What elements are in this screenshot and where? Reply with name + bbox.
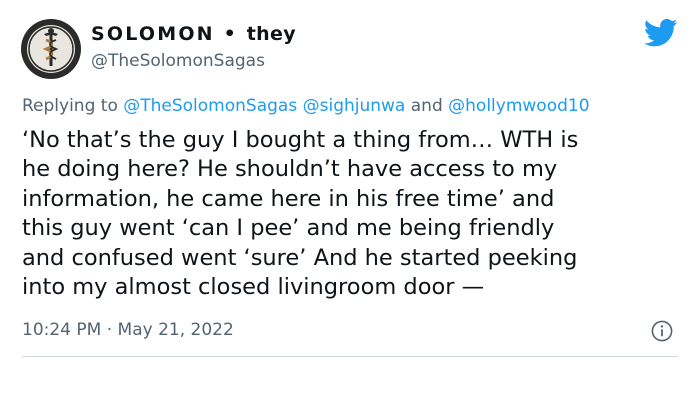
mention-link[interactable]: @sighjunwa [303,96,406,116]
divider [22,356,678,357]
display-name-text: SOLOMON [91,23,215,45]
replying-to-prefix: Replying to [22,96,118,116]
replying-to-joiner: and [410,96,443,116]
name-separator: • [223,23,238,45]
tweet-text-line: he doing here? He shouldn’t have access … [22,156,558,183]
tweet-timestamp[interactable]: 10:24 PM · May 21, 2022 [22,320,234,340]
tweet-text-line: information, he came here in his free ti… [22,185,555,212]
meta-dot: · [106,320,113,340]
info-icon[interactable] [651,320,673,342]
tweet-time: 10:24 PM [22,320,102,340]
tweet-date: May 21, 2022 [117,320,234,340]
tweet-text: ‘No that’s the guy I bought a thing from… [22,126,682,302]
replying-to: Replying to @TheSolomonSagas @sighjunwa … [22,96,590,116]
tweet-text-line: and confused went ‘sure’ And he started … [22,244,578,271]
tweet-text-line: into my almost closed livingroom door — [22,274,485,301]
user-handle[interactable]: @TheSolomonSagas [91,51,265,71]
display-name[interactable]: SOLOMON • they [91,23,296,45]
avatar[interactable] [20,18,82,80]
tweet-text-line: ‘No that’s the guy I bought a thing from… [22,127,579,153]
twitter-bird-icon[interactable] [644,18,678,48]
mention-link[interactable]: @TheSolomonSagas [123,96,297,116]
mention-link[interactable]: @hollymwood10 [448,96,589,116]
pronouns: they [246,23,296,45]
tweet-card: SOLOMON • they @TheSolomonSagas Replying… [0,0,700,410]
tweet-text-line: this guy went ‘can I pee’ and me being f… [22,215,555,242]
